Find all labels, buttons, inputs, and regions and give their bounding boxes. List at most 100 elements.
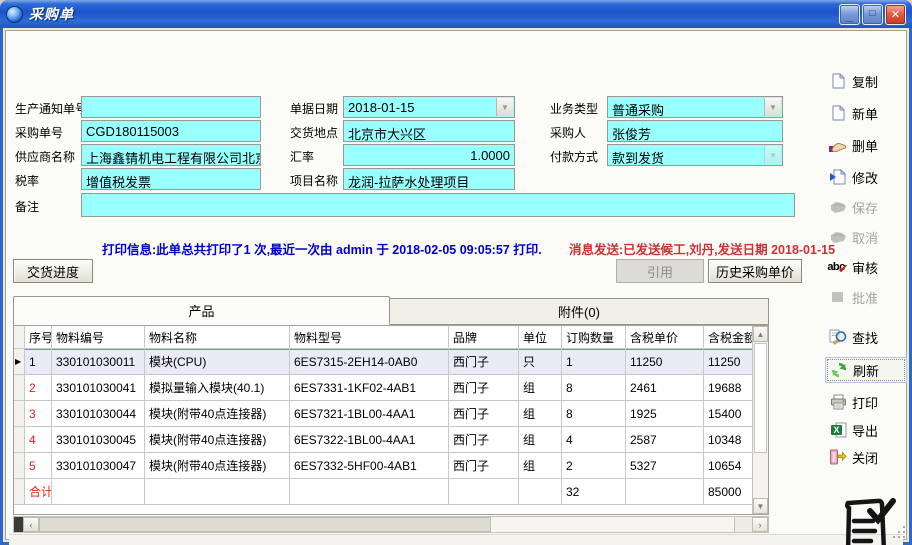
sidebar-button-search[interactable]: 查找 (825, 324, 907, 350)
tab-attachments[interactable]: 附件(0) (390, 298, 769, 325)
grid-col-header-price[interactable]: 含税单价 (626, 326, 704, 349)
grid-col-header-brand[interactable]: 品牌 (449, 326, 519, 349)
grid-col-header-code[interactable]: 物料编号 (52, 326, 145, 349)
chevron-down-icon[interactable]: ▼ (764, 98, 781, 116)
grid-col-header-name[interactable]: 物料名称 (145, 326, 290, 349)
resize-grip[interactable] (892, 525, 905, 538)
scroll-right-icon[interactable]: › (752, 517, 768, 532)
table-row[interactable]: 4330101030045模块(附带40点连接器)6ES7322-1BL00-4… (14, 427, 768, 453)
sidebar-button-exit-door[interactable]: 关闭 (825, 444, 907, 470)
cell-name[interactable]: 模拟量输入模块(40.1) (145, 375, 290, 401)
delivery-place-field[interactable]: 北京市大兴区 (343, 120, 515, 142)
cell-brand[interactable]: 西门子 (449, 453, 519, 479)
grid-col-header-qty[interactable]: 订购数量 (562, 326, 626, 349)
cell-brand[interactable]: 西门子 (449, 349, 519, 375)
po-no-field[interactable]: CGD180115003 (81, 120, 261, 142)
table-row[interactable]: 5330101030047模块(附带40点连接器)6ES7332-5HF00-4… (14, 453, 768, 479)
cell-name[interactable]: 模块(附带40点连接器) (145, 401, 290, 427)
sidebar-button-printer[interactable]: 打印 (825, 389, 907, 415)
minimize-button[interactable]: _ (839, 4, 860, 25)
cell-model[interactable]: 6ES7332-5HF00-4AB1 (290, 453, 449, 479)
buyer-field[interactable]: 张俊芳 (607, 120, 783, 142)
tax-rate-field[interactable]: 增值税发票 (81, 168, 261, 190)
cell-amount[interactable]: 10348 (704, 427, 754, 453)
cell-model[interactable]: 6ES7321-1BL00-4AA1 (290, 401, 449, 427)
chevron-down-icon[interactable]: ▼ (764, 146, 781, 164)
cell-price[interactable]: 5327 (626, 453, 704, 479)
cell-brand[interactable]: 西门子 (449, 375, 519, 401)
table-row[interactable]: 3330101030044模块(附带40点连接器)6ES7321-1BL00-4… (14, 401, 768, 427)
production-no-field[interactable] (81, 96, 261, 118)
sidebar-button-excel-export[interactable]: X导出 (825, 417, 907, 443)
cell-code[interactable]: 330101030047 (52, 453, 145, 479)
cell-code[interactable]: 330101030044 (52, 401, 145, 427)
cell-price[interactable]: 2461 (626, 375, 704, 401)
cell-code[interactable]: 330101030011 (52, 349, 145, 375)
vertical-scroll-thumb[interactable] (754, 343, 767, 453)
sidebar-button-refresh[interactable]: 刷新 (825, 357, 907, 383)
cell-seq[interactable]: 4 (25, 427, 52, 453)
table-row[interactable]: ▶1330101030011模块(CPU)6ES7315-2EH14-0AB0西… (14, 349, 768, 375)
cell-price[interactable]: 2587 (626, 427, 704, 453)
close-button[interactable]: ✕ (885, 4, 906, 25)
cell-amount[interactable]: 10654 (704, 453, 754, 479)
table-row[interactable]: 2330101030041模拟量输入模块(40.1)6ES7331-1KF02-… (14, 375, 768, 401)
cell-unit[interactable]: 组 (519, 427, 562, 453)
cell-code[interactable]: 330101030041 (52, 375, 145, 401)
vertical-scrollbar[interactable]: ▲ ▼ (752, 326, 768, 514)
cell-qty[interactable]: 2 (562, 453, 626, 479)
cell-unit[interactable]: 组 (519, 375, 562, 401)
scroll-down-icon[interactable]: ▼ (753, 498, 768, 514)
payment-combobox[interactable]: 款到发货 ▼ (607, 144, 783, 166)
sidebar-button-delete-hand[interactable]: 删单 (825, 132, 907, 158)
remark-field[interactable] (81, 193, 795, 217)
horizontal-scroll-thumb[interactable] (39, 517, 491, 532)
cell-code[interactable]: 330101030045 (52, 427, 145, 453)
sidebar-button-audit-abc[interactable]: abc✔审核 (825, 254, 907, 280)
grid-col-header-amount[interactable]: 含税金额 (704, 326, 754, 349)
cell-unit[interactable]: 只 (519, 349, 562, 375)
scroll-up-icon[interactable]: ▲ (753, 326, 768, 342)
cell-name[interactable]: 模块(附带40点连接器) (145, 453, 290, 479)
supplier-field[interactable]: 上海鑫锖机电工程有限公司北京分 (81, 144, 261, 166)
cell-seq[interactable]: 2 (25, 375, 52, 401)
sidebar-button-new-doc[interactable]: 新单 (825, 100, 907, 126)
chevron-down-icon[interactable]: ▼ (496, 98, 513, 116)
sidebar-button-edit-doc[interactable]: 修改 (825, 164, 907, 190)
sidebar-button-copy-doc[interactable]: 复制 (825, 68, 907, 94)
cell-qty[interactable]: 8 (562, 375, 626, 401)
grid-col-header-seq[interactable]: 序号 (25, 326, 52, 349)
delivery-progress-button[interactable]: 交货进度 (13, 259, 93, 283)
reference-button[interactable]: 引用 (616, 259, 704, 283)
cell-seq[interactable]: 3 (25, 401, 52, 427)
tab-products[interactable]: 产品 (13, 296, 390, 325)
biz-type-combobox[interactable]: 普通采购 ▼ (607, 96, 783, 118)
exchange-rate-field[interactable]: 1.0000 (343, 144, 515, 166)
cell-brand[interactable]: 西门子 (449, 401, 519, 427)
cell-unit[interactable]: 组 (519, 401, 562, 427)
history-price-button[interactable]: 历史采购单价 (708, 259, 802, 283)
order-date-combobox[interactable]: 2018-01-15 ▼ (343, 96, 515, 118)
cell-model[interactable]: 6ES7331-1KF02-4AB1 (290, 375, 449, 401)
cell-model[interactable]: 6ES7322-1BL00-4AA1 (290, 427, 449, 453)
cell-name[interactable]: 模块(CPU) (145, 349, 290, 375)
cell-price[interactable]: 11250 (626, 349, 704, 375)
cell-seq[interactable]: 1 (25, 349, 52, 375)
cell-qty[interactable]: 1 (562, 349, 626, 375)
cell-price[interactable]: 1925 (626, 401, 704, 427)
grid-col-header-model[interactable]: 物料型号 (290, 326, 449, 349)
cell-amount[interactable]: 11250 (704, 349, 754, 375)
project-field[interactable]: 龙润-拉萨水处理项目 (343, 168, 515, 190)
title-bar[interactable]: 采购单 _ □ ✕ (0, 0, 912, 28)
maximize-button[interactable]: □ (862, 4, 883, 25)
cell-amount[interactable]: 19688 (704, 375, 754, 401)
cell-amount[interactable]: 15400 (704, 401, 754, 427)
cell-model[interactable]: 6ES7315-2EH14-0AB0 (290, 349, 449, 375)
cell-qty[interactable]: 8 (562, 401, 626, 427)
cell-name[interactable]: 模块(附带40点连接器) (145, 427, 290, 453)
cell-unit[interactable]: 组 (519, 453, 562, 479)
cell-brand[interactable]: 西门子 (449, 427, 519, 453)
horizontal-scrollbar[interactable]: ‹ › (13, 516, 769, 533)
cell-seq[interactable]: 5 (25, 453, 52, 479)
cell-qty[interactable]: 4 (562, 427, 626, 453)
